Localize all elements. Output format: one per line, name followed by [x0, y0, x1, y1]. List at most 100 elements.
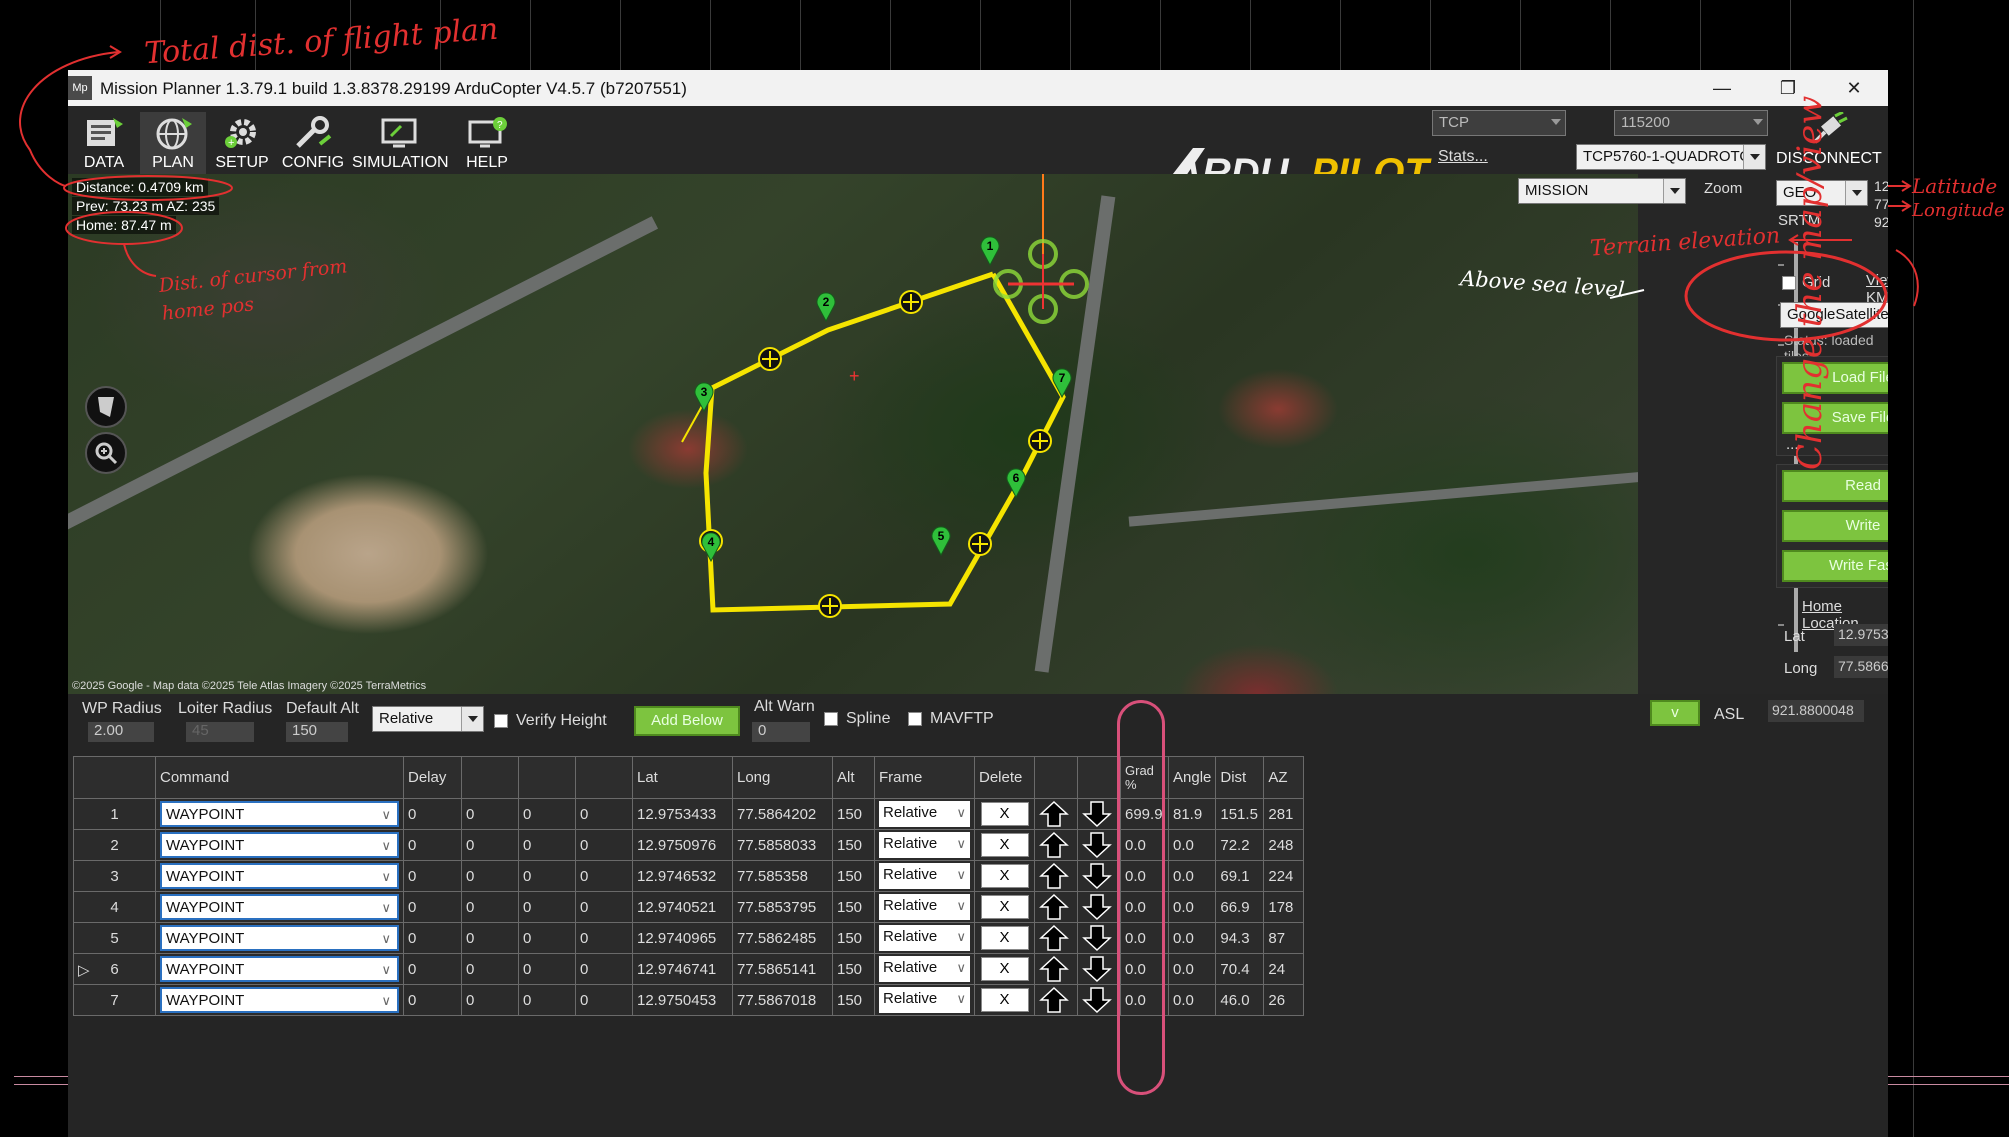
home-long-field[interactable]: 77.5866145 — [1834, 656, 1888, 678]
home-set-button[interactable]: v — [1650, 700, 1700, 726]
param4-cell[interactable]: 0 — [575, 798, 633, 830]
close-button[interactable]: ✕ — [1834, 75, 1874, 101]
alt-cell[interactable]: 150 — [832, 953, 875, 985]
col-header-alt[interactable]: Alt — [832, 756, 875, 799]
delay-cell[interactable]: 0 — [403, 984, 462, 1016]
move-down-button[interactable] — [1082, 956, 1116, 983]
frame-cell[interactable]: Relative ∨ — [874, 860, 975, 892]
move-up-button[interactable] — [1039, 924, 1073, 951]
frame-select[interactable]: Relative ∨ — [879, 832, 970, 858]
delay-cell[interactable]: 0 — [403, 860, 462, 892]
lat-cell[interactable]: 12.9750453 — [632, 984, 733, 1016]
move-up-button[interactable] — [1039, 831, 1073, 858]
map-zoom-button[interactable] — [85, 432, 127, 474]
delete-button[interactable]: X — [980, 957, 1029, 981]
row-index[interactable]: 2 — [73, 829, 156, 861]
move-down-button[interactable] — [1082, 863, 1116, 890]
col-header-param2[interactable] — [461, 756, 519, 799]
mode-select[interactable]: MISSION — [1518, 178, 1686, 204]
move-down-button[interactable] — [1082, 987, 1116, 1014]
delay-cell[interactable]: 0 — [403, 798, 462, 830]
nav-simulation-button[interactable]: SIMULATION — [352, 112, 449, 176]
col-header-angle[interactable]: Angle — [1167, 756, 1217, 799]
long-cell[interactable]: 77.5867018 — [732, 984, 833, 1016]
write-wps-button[interactable]: Write — [1782, 510, 1888, 542]
col-header-frame[interactable]: Frame — [874, 756, 975, 799]
col-header-param4[interactable] — [575, 756, 633, 799]
home-asl-field[interactable]: 921.8800048 — [1768, 700, 1864, 722]
delay-cell[interactable]: 0 — [403, 891, 462, 923]
move-up-button[interactable] — [1039, 955, 1073, 982]
col-header-az[interactable]: AZ — [1263, 756, 1305, 799]
waypoint-marker-7[interactable]: 7 — [1051, 368, 1073, 399]
col-header-lat[interactable]: Lat — [632, 756, 733, 799]
param3-cell[interactable]: 0 — [518, 891, 576, 923]
lat-cell[interactable]: 12.9753433 — [632, 798, 733, 830]
add-below-button[interactable]: Add Below — [634, 706, 740, 736]
move-up-button[interactable] — [1039, 862, 1073, 889]
param4-cell[interactable]: 0 — [575, 922, 633, 954]
param4-cell[interactable]: 0 — [575, 860, 633, 892]
wp-radius-input[interactable]: 2.00 — [88, 722, 154, 742]
delete-button[interactable]: X — [980, 802, 1029, 826]
command-select[interactable]: WAYPOINT ∨ — [160, 925, 399, 951]
delay-cell[interactable]: 0 — [403, 922, 462, 954]
long-cell[interactable]: 77.585358 — [732, 860, 833, 892]
move-down-button[interactable] — [1082, 925, 1116, 952]
frame-cell[interactable]: Relative ∨ — [874, 798, 975, 830]
command-select[interactable]: WAYPOINT ∨ — [160, 894, 399, 920]
row-index[interactable]: 4 — [73, 891, 156, 923]
row-index[interactable]: 5 — [73, 922, 156, 954]
baud-rate-select[interactable]: 115200 — [1614, 110, 1768, 136]
move-up-button[interactable] — [1039, 986, 1073, 1013]
nav-data-button[interactable]: DATA — [72, 112, 136, 176]
param2-cell[interactable]: 0 — [461, 798, 519, 830]
waypoint-marker-3[interactable]: 3 — [693, 382, 715, 413]
param2-cell[interactable]: 0 — [461, 829, 519, 861]
waypoint-marker-5[interactable]: 5 — [930, 526, 952, 557]
nav-config-button[interactable]: CONFIG — [280, 112, 346, 176]
move-up-button[interactable] — [1039, 893, 1073, 920]
long-cell[interactable]: 77.5858033 — [732, 829, 833, 861]
alt-frame-select[interactable]: Relative — [372, 706, 484, 732]
frame-select[interactable]: Relative ∨ — [879, 894, 970, 920]
waypoint-marker-6[interactable]: 6 — [1005, 468, 1027, 499]
frame-select[interactable]: Relative ∨ — [879, 863, 970, 889]
param4-cell[interactable]: 0 — [575, 829, 633, 861]
frame-select[interactable]: Relative ∨ — [879, 925, 970, 951]
param2-cell[interactable]: 0 — [461, 891, 519, 923]
lat-cell[interactable]: 12.9746532 — [632, 860, 733, 892]
frame-select[interactable]: Relative ∨ — [879, 801, 970, 827]
param3-cell[interactable]: 0 — [518, 984, 576, 1016]
mavftp-checkbox[interactable] — [908, 712, 922, 726]
command-select[interactable]: WAYPOINT ∨ — [160, 832, 399, 858]
delete-button[interactable]: X — [980, 864, 1029, 888]
row-index[interactable]: 1 — [73, 798, 156, 830]
row-index[interactable]: 3 — [73, 860, 156, 892]
param2-cell[interactable]: 0 — [461, 922, 519, 954]
command-select[interactable]: WAYPOINT ∨ — [160, 987, 399, 1013]
alt-cell[interactable]: 150 — [832, 860, 875, 892]
col-header-long[interactable]: Long — [732, 756, 833, 799]
long-cell[interactable]: 77.5865141 — [732, 953, 833, 985]
frame-cell[interactable]: Relative ∨ — [874, 922, 975, 954]
param2-cell[interactable]: 0 — [461, 984, 519, 1016]
map-lock-button[interactable] — [85, 386, 127, 428]
col-header-command[interactable]: Command — [155, 756, 404, 799]
param4-cell[interactable]: 0 — [575, 891, 633, 923]
move-down-button[interactable] — [1082, 894, 1116, 921]
loiter-radius-input[interactable]: 45 — [186, 722, 254, 742]
alt-cell[interactable]: 150 — [832, 798, 875, 830]
lat-cell[interactable]: 12.9746741 — [632, 953, 733, 985]
lat-cell[interactable]: 12.9740521 — [632, 891, 733, 923]
command-cell[interactable]: WAYPOINT ∨ — [155, 891, 404, 923]
col-header-dist[interactable]: Dist — [1215, 756, 1265, 799]
lat-cell[interactable]: 12.9740965 — [632, 922, 733, 954]
param4-cell[interactable]: 0 — [575, 953, 633, 985]
frame-cell[interactable]: Relative ∨ — [874, 891, 975, 923]
param3-cell[interactable]: 0 — [518, 798, 576, 830]
frame-select[interactable]: Relative ∨ — [879, 956, 970, 982]
connection-type-select[interactable]: TCP — [1432, 110, 1566, 136]
alt-cell[interactable]: 150 — [832, 891, 875, 923]
waypoint-marker-2[interactable]: 2 — [815, 292, 837, 323]
